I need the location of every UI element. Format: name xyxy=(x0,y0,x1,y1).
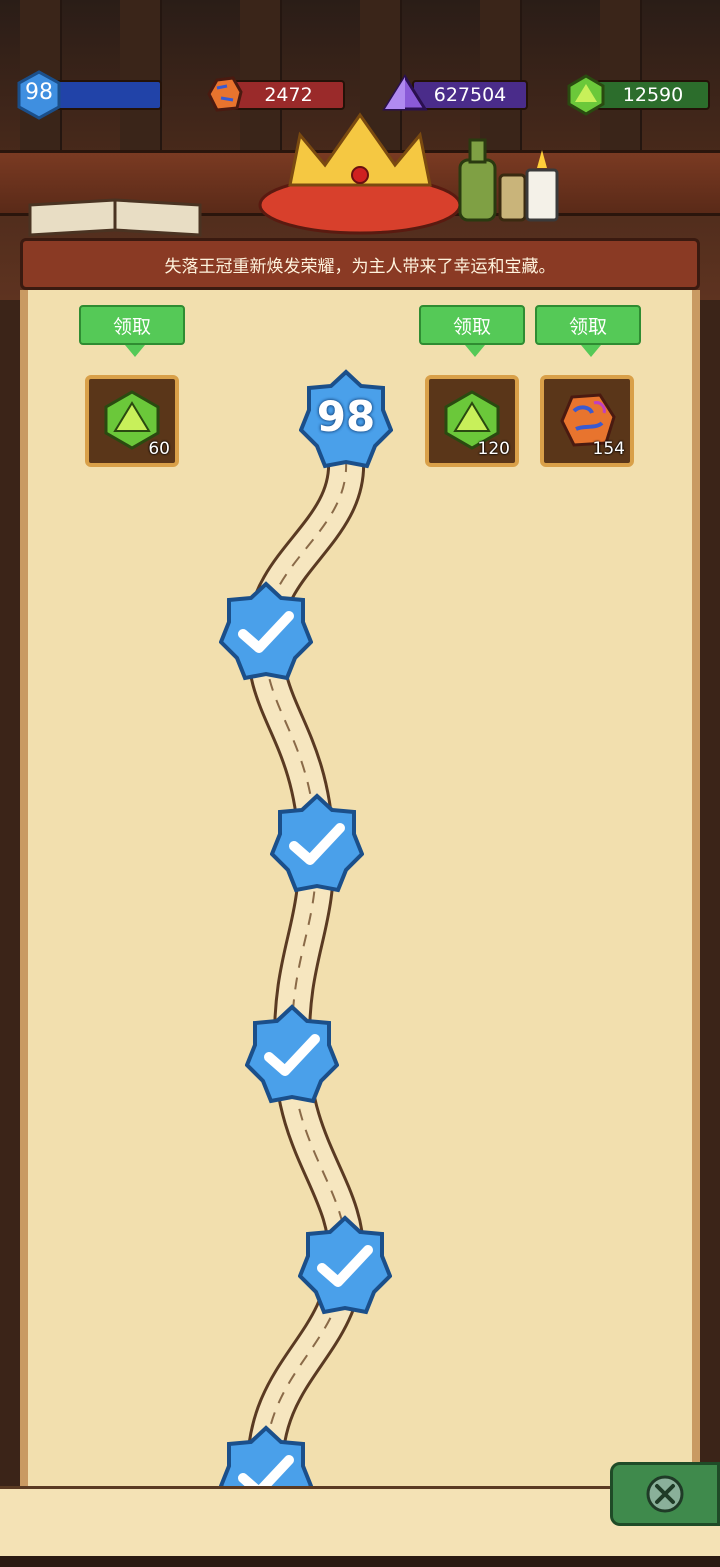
level-node-completed[interactable] xyxy=(219,580,313,684)
level-node-current[interactable]: 98 xyxy=(299,368,393,472)
ore-icon xyxy=(207,76,243,112)
gem-bar: 12590 xyxy=(596,80,710,110)
checkmark-icon xyxy=(219,581,313,681)
level-node-completed[interactable] xyxy=(298,1214,392,1318)
close-button[interactable] xyxy=(610,1462,720,1526)
checkmark-icon xyxy=(219,1425,313,1486)
level-node-completed[interactable] xyxy=(219,1424,313,1486)
level-node-completed[interactable] xyxy=(270,792,364,896)
crystal-icon xyxy=(382,74,428,111)
reward-count: 154 xyxy=(592,439,625,459)
reward-count: 60 xyxy=(148,439,170,459)
close-icon xyxy=(646,1475,684,1513)
reward-count: 120 xyxy=(477,439,510,459)
checkmark-icon xyxy=(245,1004,339,1104)
ore-bar: 2472 xyxy=(232,80,345,110)
reward-box-1[interactable]: 60 xyxy=(85,375,179,467)
bottom-edge xyxy=(0,1556,720,1567)
level-bar xyxy=(55,80,162,110)
ore-value: 2472 xyxy=(264,84,313,106)
banner-text: 失落王冠重新焕发荣耀，为主人带来了幸运和宝藏。 xyxy=(164,256,556,277)
checkmark-icon xyxy=(298,1215,392,1315)
crystal-value: 627504 xyxy=(433,84,507,106)
current-level-number: 98 xyxy=(316,392,376,441)
crown-icon xyxy=(258,112,462,235)
gem-value: 12590 xyxy=(622,84,684,106)
reward-box-2[interactable]: 120 xyxy=(425,375,519,467)
potion-bottles-icon xyxy=(458,138,559,222)
crystal-bar: 627504 xyxy=(412,80,528,110)
checkmark-icon xyxy=(270,793,364,893)
claim-button-3[interactable]: 领取 xyxy=(535,305,641,357)
level-node-completed[interactable] xyxy=(245,1003,339,1107)
reward-box-3[interactable]: 154 xyxy=(540,375,634,467)
green-gem-icon xyxy=(567,74,605,116)
story-banner: 失落王冠重新焕发荣耀，为主人带来了幸运和宝藏。 xyxy=(20,238,700,290)
claim-button-1[interactable]: 领取 xyxy=(79,305,185,357)
level-value: 98 xyxy=(25,80,53,105)
claim-button-2[interactable]: 领取 xyxy=(419,305,525,357)
